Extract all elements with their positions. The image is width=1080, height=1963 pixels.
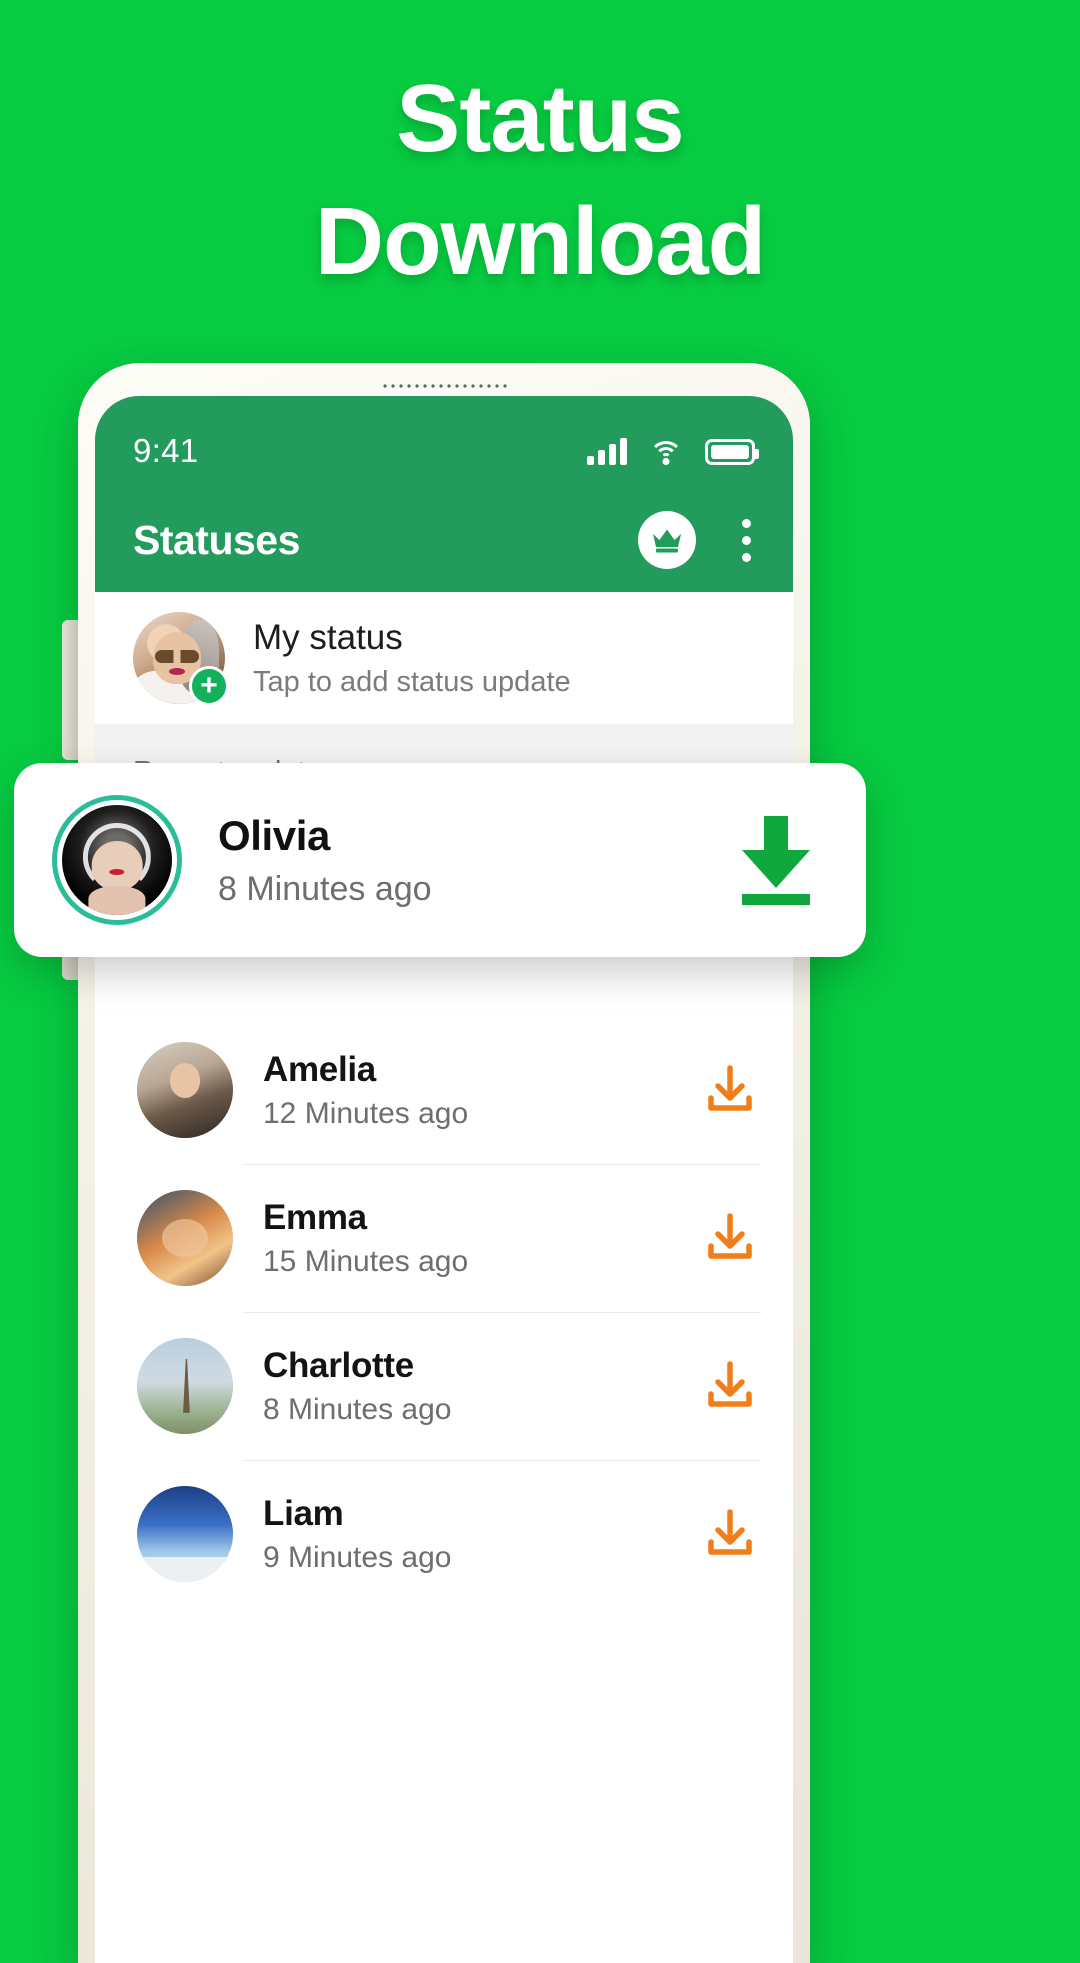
phone-screen: 9:41 Statuses + My status Tap to add sta…: [95, 396, 793, 1963]
my-status-text: My status Tap to add status update: [253, 618, 571, 699]
kebab-menu-icon[interactable]: [738, 515, 755, 566]
list-item[interactable]: Emma 15 Minutes ago: [95, 1164, 793, 1312]
avatar: +: [133, 612, 229, 706]
crown-icon[interactable]: [638, 511, 696, 569]
avatar: [133, 1038, 237, 1142]
highlighted-card-time: 8 Minutes ago: [218, 869, 432, 908]
list-item-text: Amelia 12 Minutes ago: [263, 1050, 468, 1131]
list-item[interactable]: Amelia 12 Minutes ago: [95, 1016, 793, 1164]
avatar-image: [137, 1042, 233, 1138]
status-bar-time: 9:41: [133, 432, 199, 469]
phone-mockup: 9:41 Statuses + My status Tap to add sta…: [78, 363, 810, 1963]
list-item-text: Liam 9 Minutes ago: [263, 1494, 451, 1575]
download-icon[interactable]: [705, 1212, 755, 1264]
avatar: [133, 1482, 237, 1586]
app-bar-actions: [638, 511, 755, 569]
my-status-title: My status: [253, 617, 403, 657]
avatar-image: [137, 1486, 233, 1582]
list-item-time: 12 Minutes ago: [263, 1096, 469, 1130]
list-item[interactable]: Charlotte 8 Minutes ago: [95, 1312, 793, 1460]
list-item-name: Charlotte: [263, 1345, 414, 1385]
download-icon[interactable]: [730, 812, 822, 908]
highlighted-card-name: Olivia: [218, 811, 330, 859]
download-icon[interactable]: [705, 1064, 755, 1116]
page-title: Status Download: [0, 58, 1080, 304]
list-item-text: Charlotte 8 Minutes ago: [263, 1346, 451, 1427]
wifi-icon: [649, 440, 683, 465]
my-status-subtitle: Tap to add status update: [253, 665, 571, 698]
avatar: [52, 795, 182, 925]
list-item[interactable]: Liam 9 Minutes ago: [95, 1460, 793, 1608]
avatar-image: [62, 805, 172, 915]
status-list: Amelia 12 Minutes ago Emma 15 Minutes ag…: [95, 1016, 793, 1608]
list-item-time: 15 Minutes ago: [263, 1244, 469, 1278]
avatar: [133, 1334, 237, 1438]
list-item-text: Emma 15 Minutes ago: [263, 1198, 468, 1279]
highlighted-status-card[interactable]: Olivia 8 Minutes ago: [14, 763, 866, 957]
list-item-name: Amelia: [263, 1049, 376, 1089]
avatar: [133, 1186, 237, 1290]
list-item-name: Emma: [263, 1197, 367, 1237]
list-item-time: 8 Minutes ago: [263, 1392, 452, 1426]
app-bar: Statuses: [95, 488, 793, 592]
plus-icon[interactable]: +: [189, 666, 229, 706]
download-icon[interactable]: [705, 1508, 755, 1560]
my-status-row[interactable]: + My status Tap to add status update: [95, 592, 793, 724]
battery-icon: [705, 438, 759, 465]
app-bar-title: Statuses: [133, 516, 300, 563]
list-item-name: Liam: [263, 1493, 344, 1533]
list-item-time: 9 Minutes ago: [263, 1540, 452, 1574]
phone-side-button-volume-up: [62, 620, 78, 760]
download-icon[interactable]: [705, 1360, 755, 1412]
avatar-image: [137, 1338, 233, 1434]
signal-icon: [587, 437, 627, 465]
page-title-line-1: Status: [396, 65, 684, 172]
earpiece-speaker-grille: [381, 383, 507, 389]
status-bar-icons: [587, 437, 759, 465]
highlighted-card-text: Olivia 8 Minutes ago: [218, 812, 432, 909]
status-bar: 9:41: [95, 396, 793, 488]
page-title-line-2: Download: [314, 187, 767, 295]
avatar-image: [137, 1190, 233, 1286]
